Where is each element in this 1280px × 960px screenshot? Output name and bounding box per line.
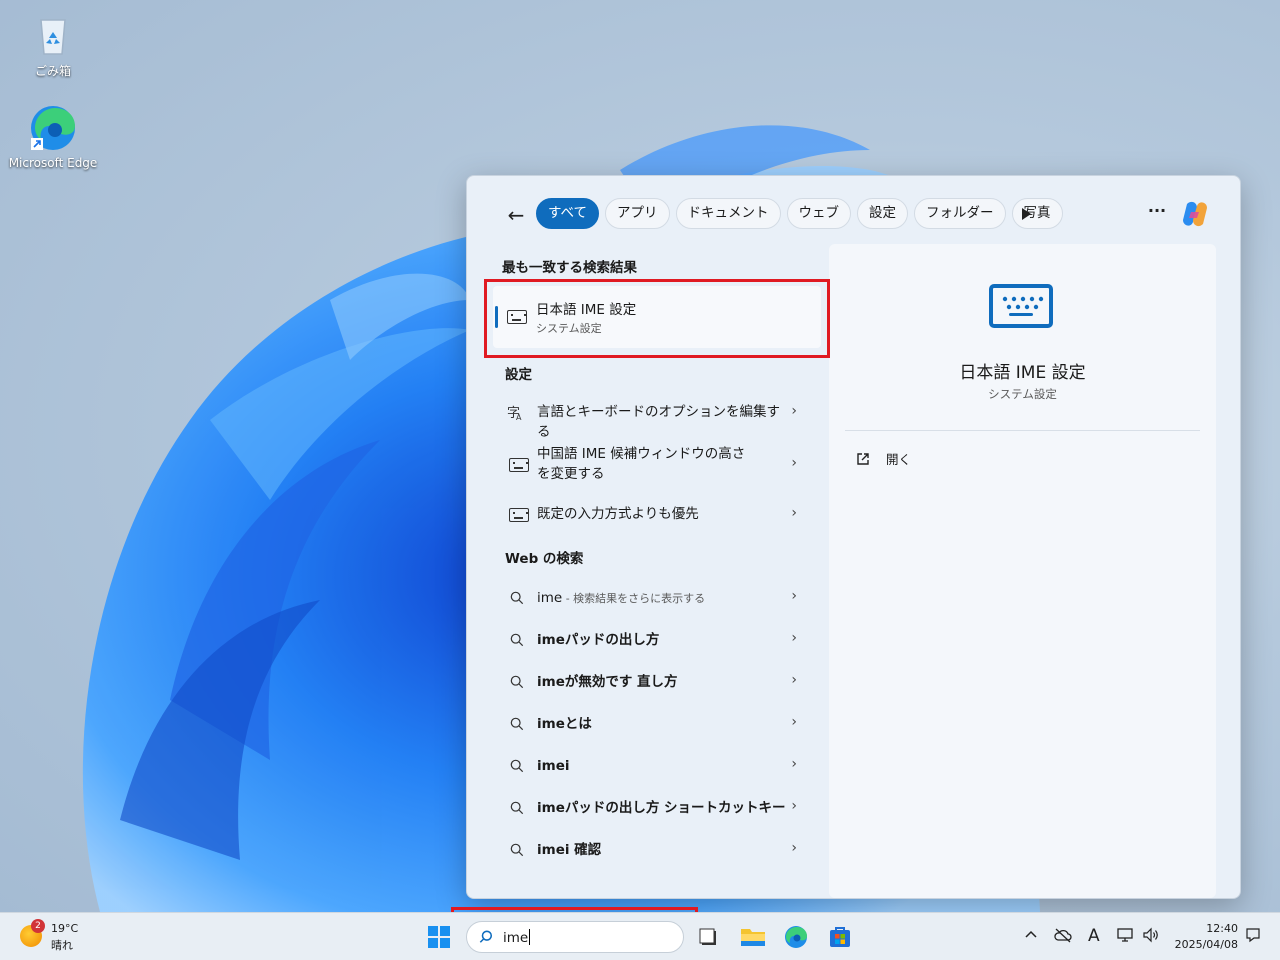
- search-icon: [510, 717, 524, 731]
- web-search-heading: Web の検索: [505, 551, 584, 567]
- taskbar-search-box[interactable]: ime: [466, 921, 684, 953]
- filter-chip-settings[interactable]: 設定: [857, 198, 909, 229]
- filter-chip-folders[interactable]: フォルダー: [914, 198, 1006, 229]
- search-input[interactable]: ime: [503, 929, 531, 946]
- filter-chip-documents[interactable]: ドキュメント: [675, 198, 781, 229]
- search-icon: [510, 675, 524, 689]
- desktop-icon-recycle-bin[interactable]: ごみ箱: [8, 10, 98, 79]
- keyboard-icon: [509, 508, 529, 522]
- filter-chips: すべて アプリ ドキュメント ウェブ 設定 フォルダー 写真: [536, 198, 1063, 229]
- web-search-item-label: ime - 検索結果をさらに表示する: [537, 590, 706, 606]
- search-icon: [510, 633, 524, 647]
- filter-bar: ← すべて アプリ ドキュメント ウェブ 設定 フォルダー 写真 ···: [467, 198, 1240, 232]
- web-search-item-label: imei: [537, 758, 570, 774]
- keyboard-icon: [509, 458, 529, 472]
- search-icon: [510, 759, 524, 773]
- file-explorer-icon[interactable]: [740, 925, 765, 949]
- language-icon: 字A: [507, 403, 525, 425]
- notification-badge: 2: [31, 919, 45, 933]
- back-arrow-icon[interactable]: ←: [503, 202, 529, 228]
- desktop-icon-label: Microsoft Edge: [8, 156, 98, 170]
- filter-chip-web[interactable]: ウェブ: [786, 198, 852, 229]
- clock-date: 2025/04/08: [1174, 938, 1238, 951]
- preview-pane: 日本語 IME 設定 システム設定 開く: [829, 244, 1216, 898]
- chevron-right-icon: ›: [791, 756, 797, 772]
- settings-item-language-keyboard[interactable]: 字A 言語とキーボードのオプションを編集する ›: [497, 401, 807, 440]
- settings-item-default-input[interactable]: 既定の入力方式よりも優先 ›: [497, 503, 807, 527]
- svg-text:A: A: [516, 413, 522, 421]
- onedrive-offline-icon[interactable]: [1054, 927, 1072, 947]
- web-search-item[interactable]: imeとは ›: [497, 712, 807, 736]
- clock-time: 12:40: [1206, 922, 1238, 935]
- chevron-right-icon: ›: [791, 505, 797, 521]
- settings-item-label: 既定の入力方式よりも優先: [537, 506, 699, 522]
- search-icon: [479, 930, 493, 943]
- desktop-icon-edge[interactable]: Microsoft Edge: [8, 104, 98, 170]
- open-action[interactable]: 開く: [856, 449, 911, 469]
- settings-item-chinese-ime[interactable]: 中国語 IME 候補ウィンドウの高さを変更する ›: [497, 443, 807, 487]
- web-search-item-label: imei 確認: [537, 842, 602, 858]
- keyboard-large-icon: [989, 284, 1053, 328]
- edge-icon: [29, 104, 77, 152]
- settings-item-label: 中国語 IME 候補ウィンドウの高さを変更する: [537, 446, 746, 482]
- web-search-item-label: imeが無効です 直し方: [537, 674, 678, 690]
- web-search-item[interactable]: imeパッドの出し方 ›: [497, 628, 807, 652]
- notification-center-icon[interactable]: [1246, 927, 1260, 947]
- start-button-windows-icon[interactable]: [428, 926, 450, 948]
- more-options-icon[interactable]: ···: [1144, 200, 1170, 226]
- best-match-heading: 最も一致する検索結果: [502, 260, 637, 276]
- taskbar: 2 19°C 晴れ ime A 12:40 2025/04/08: [0, 912, 1280, 960]
- web-search-item[interactable]: imeパッドの出し方 ショートカットキー ›: [497, 796, 807, 820]
- highlight-best-match: [484, 279, 830, 358]
- web-search-item-label: imeパッドの出し方 ショートカットキー: [537, 800, 786, 816]
- preview-title: 日本語 IME 設定: [959, 363, 1086, 383]
- settings-heading: 設定: [505, 367, 532, 383]
- ime-mode-indicator[interactable]: A: [1088, 926, 1100, 946]
- chevron-right-icon: ›: [791, 840, 797, 856]
- weather-temperature: 19°C: [51, 922, 79, 935]
- search-icon: [510, 843, 524, 857]
- web-search-item-label: imeパッドの出し方: [537, 632, 660, 648]
- preview-subtitle: システム設定: [988, 387, 1057, 401]
- divider: [845, 430, 1200, 431]
- web-search-item[interactable]: imeが無効です 直し方 ›: [497, 670, 807, 694]
- more-filters-play-icon[interactable]: [1016, 204, 1036, 224]
- system-clock[interactable]: 12:40 2025/04/08: [1168, 921, 1238, 953]
- chevron-right-icon: ›: [791, 588, 797, 604]
- chevron-right-icon: ›: [791, 798, 797, 814]
- web-search-item[interactable]: ime - 検索結果をさらに表示する ›: [497, 586, 807, 610]
- filter-chip-apps[interactable]: アプリ: [605, 198, 670, 229]
- volume-icon[interactable]: [1142, 927, 1160, 947]
- search-icon: [510, 801, 524, 815]
- show-hidden-icons-chevron-up-icon[interactable]: [1024, 927, 1038, 945]
- network-icon[interactable]: [1116, 927, 1134, 947]
- chevron-right-icon: ›: [791, 630, 797, 646]
- web-search-item-label: imeとは: [537, 716, 592, 732]
- task-view-icon[interactable]: [698, 925, 722, 949]
- copilot-icon[interactable]: [1179, 198, 1211, 230]
- chevron-right-icon: ›: [791, 672, 797, 688]
- search-icon: [510, 591, 524, 605]
- open-external-icon: [856, 452, 872, 469]
- recycle-bin-icon: [29, 10, 77, 58]
- edge-taskbar-icon[interactable]: [784, 925, 808, 949]
- microsoft-store-icon[interactable]: [828, 925, 852, 949]
- settings-item-label: 言語とキーボードのオプションを編集する: [537, 404, 780, 440]
- web-search-item[interactable]: imei 確認 ›: [497, 838, 807, 862]
- chevron-right-icon: ›: [791, 714, 797, 730]
- chevron-right-icon: ›: [791, 403, 797, 419]
- weather-condition: 晴れ: [51, 939, 73, 952]
- open-action-label: 開く: [885, 452, 911, 467]
- chevron-right-icon: ›: [791, 455, 797, 471]
- web-search-item[interactable]: imei ›: [497, 754, 807, 778]
- desktop-icon-label: ごみ箱: [34, 64, 71, 78]
- filter-chip-all[interactable]: すべて: [536, 198, 600, 229]
